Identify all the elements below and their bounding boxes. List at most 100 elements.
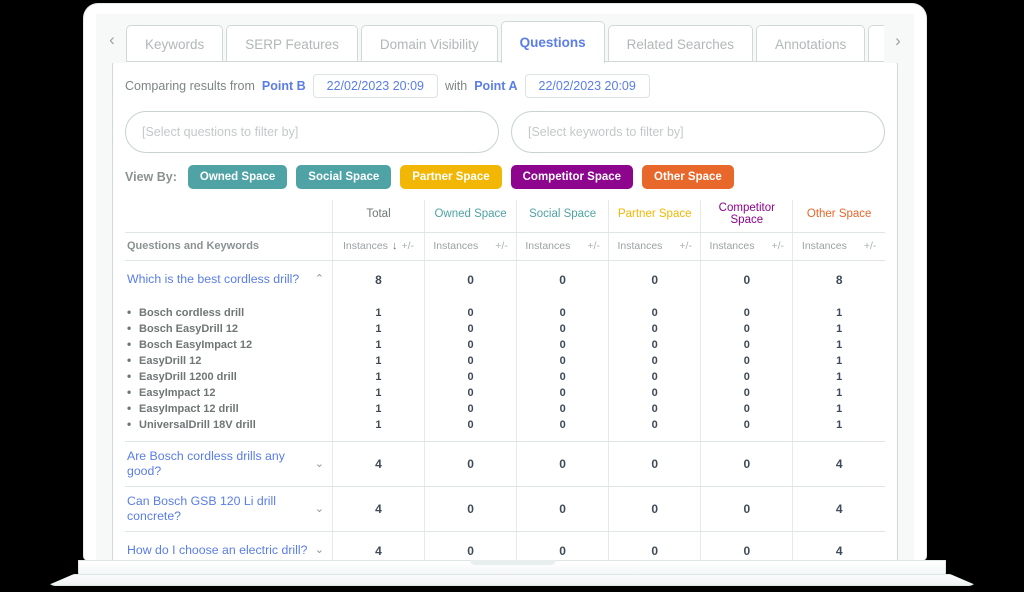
- tab-scroll-left-icon[interactable]: ‹: [98, 17, 126, 63]
- question-metric-cell: 0: [700, 486, 793, 532]
- subheader-delta-label[interactable]: +/-: [495, 240, 508, 252]
- chevron-down-icon[interactable]: ⌄: [315, 458, 324, 470]
- keyword-metric-cell: 0: [516, 416, 609, 433]
- table-subheader-row: Questions and Keywords Instances ↓ +/- Insta…: [125, 232, 885, 261]
- keyword-label: EasyImpact 12: [125, 384, 332, 401]
- subheader-metric-group: Instances +/-: [608, 232, 701, 261]
- table-row[interactable]: Can Bosch GSB 120 Li drill concrete? ⌄ 4 0 0…: [125, 486, 885, 532]
- table-group-header-row: Total Owned Space Social Space Partner Spac…: [125, 200, 885, 233]
- question-cell[interactable]: How do I choose an electric drill? ⌄: [125, 531, 333, 560]
- question-link[interactable]: Can Bosch GSB 120 Li drill concrete?: [127, 494, 309, 524]
- tab-related-searches[interactable]: Related Searches: [607, 25, 753, 63]
- point-b-date-picker[interactable]: 22/02/2023 20:09: [312, 74, 438, 98]
- keyword-label: EasyDrill 1200 drill: [125, 368, 332, 385]
- tab-scroll-right-icon[interactable]: ›: [884, 19, 912, 63]
- keyword-metric-cell: 0: [516, 384, 609, 401]
- subheader-delta-label[interactable]: +/-: [772, 240, 785, 252]
- table-row[interactable]: How do I choose an electric drill? ⌄ 4 0 0 0 0…: [125, 531, 885, 560]
- keyword-metric-cell: 0: [516, 320, 609, 337]
- view-by-chip-other-space[interactable]: Other Space: [642, 165, 734, 189]
- questions-table: Total Owned Space Social Space Partner Spac…: [125, 200, 885, 560]
- keyword-metric-cell: 0: [424, 336, 517, 353]
- view-by-chip-social-space[interactable]: Social Space: [296, 165, 392, 189]
- chevron-down-icon[interactable]: ⌄: [315, 503, 324, 515]
- question-link[interactable]: How do I choose an electric drill?: [127, 543, 307, 558]
- question-metric-cell: 4: [792, 531, 885, 560]
- point-b-label: Point B: [261, 79, 306, 93]
- question-metric-cell: 0: [516, 486, 609, 532]
- laptop-frame: ‹ Keywords SERP Features Domain Visibility…: [0, 0, 1024, 592]
- view-by-chip-partner-space[interactable]: Partner Space: [400, 165, 502, 189]
- question-metric-cell: 0: [608, 486, 701, 532]
- subheader-instances-label[interactable]: Instances: [617, 240, 662, 252]
- subheader-metric-group: Instances +/-: [516, 232, 609, 261]
- question-metric-cell: 0: [700, 260, 793, 299]
- question-metric-cell: 0: [608, 531, 701, 560]
- keyword-metric-cell: 0: [424, 352, 517, 369]
- keyword-metric-cell: 1: [792, 336, 885, 353]
- question-metric-cell: 4: [331, 486, 425, 532]
- subheader-metric-group: Instances +/-: [700, 232, 793, 261]
- keyword-metric-cell: 0: [608, 400, 701, 417]
- row-spacer: [125, 432, 885, 442]
- question-link[interactable]: Which is the best cordless drill?: [127, 272, 299, 287]
- subheader-delta-label[interactable]: +/-: [679, 240, 692, 252]
- question-metric-cell: 0: [700, 441, 793, 487]
- chevron-up-icon[interactable]: ⌃: [315, 274, 324, 285]
- subheader-delta-label[interactable]: +/-: [587, 240, 600, 252]
- view-by-bar: View By: Owned Space Social Space Partner …: [113, 153, 897, 189]
- keyword-label: Bosch cordless drill: [125, 304, 332, 321]
- tab-questions[interactable]: Questions: [500, 21, 605, 63]
- keyword-metric-cell: 0: [516, 352, 609, 369]
- subheader-instances-label[interactable]: Instances: [710, 240, 755, 252]
- chevron-down-icon[interactable]: ⌄: [315, 545, 324, 556]
- spacer-cell: [424, 432, 517, 442]
- view-by-chip-competitor-space[interactable]: Competitor Space: [510, 165, 634, 189]
- view-by-chip-owned-space[interactable]: Owned Space: [187, 165, 288, 189]
- subheader-instances-label[interactable]: Instances: [525, 240, 570, 252]
- questions-filter-input[interactable]: [Select questions to filter by]: [125, 111, 499, 153]
- tab-domain-visibility[interactable]: Domain Visibility: [360, 25, 498, 63]
- subheader-instances-label[interactable]: Instances: [343, 240, 388, 252]
- view-by-chip-group: Owned Space Social Space Partner Space Comp…: [187, 165, 734, 189]
- question-metric-cell: 0: [424, 441, 517, 487]
- keywords-filter-input[interactable]: [Select keywords to filter by]: [511, 111, 885, 153]
- sort-descending-arrow-icon[interactable]: ↓: [392, 240, 398, 252]
- point-a-date-picker[interactable]: 22/02/2023 20:09: [524, 74, 650, 98]
- keyword-metric-cell: 0: [700, 304, 793, 321]
- subheader-delta-label[interactable]: +/-: [864, 240, 877, 252]
- keyword-metric-cell: 0: [516, 336, 609, 353]
- laptop-base-notch: [470, 560, 556, 565]
- keyword-metric-cell: 1: [331, 320, 425, 337]
- keyword-metric-cell: 0: [700, 416, 793, 433]
- question-cell[interactable]: Which is the best cordless drill? ⌃: [125, 261, 332, 299]
- question-cell[interactable]: Are Bosch cordless drills any good? ⌄: [125, 441, 333, 487]
- question-link[interactable]: Are Bosch cordless drills any good?: [127, 449, 309, 479]
- subheader-delta-label[interactable]: +/-: [401, 240, 414, 252]
- keyword-metric-cell: 0: [424, 368, 517, 385]
- subheader-instances-label[interactable]: Instances: [433, 240, 478, 252]
- keyword-metric-cell: 0: [700, 336, 793, 353]
- subheader-instances-label[interactable]: Instances: [802, 240, 847, 252]
- question-metric-cell: 0: [424, 260, 517, 299]
- keyword-metric-cell: 0: [700, 320, 793, 337]
- app-viewport: ‹ Keywords SERP Features Domain Visibility…: [96, 14, 914, 560]
- tab-keywords[interactable]: Keywords: [126, 25, 224, 63]
- table-row[interactable]: Which is the best cordless drill? ⌃ 8 0 0 0 0 8: [125, 260, 885, 299]
- keyword-metric-cell: 0: [424, 384, 517, 401]
- tab-serp-features[interactable]: SERP Features: [226, 25, 358, 63]
- tab-annotations[interactable]: Annotations: [755, 25, 866, 63]
- keyword-metric-cell: 0: [516, 304, 609, 321]
- question-cell[interactable]: Can Bosch GSB 120 Li drill concrete? ⌄: [125, 486, 333, 532]
- compare-joiner-label: with: [444, 79, 468, 93]
- table-row[interactable]: Are Bosch cordless drills any good? ⌄ 4 0 0 0…: [125, 441, 885, 487]
- keyword-metric-cell: 0: [700, 400, 793, 417]
- keyword-label: EasyDrill 12: [125, 352, 332, 369]
- spacer-cell: [608, 432, 701, 442]
- keyword-metric-cell: 1: [331, 352, 425, 369]
- keyword-metric-cell: 0: [608, 416, 701, 433]
- point-a-label: Point A: [474, 79, 518, 93]
- question-metric-cell: 4: [331, 531, 425, 560]
- questions-panel: Comparing results from Point B 22/02/202…: [112, 61, 898, 560]
- question-metric-cell: 4: [331, 441, 425, 487]
